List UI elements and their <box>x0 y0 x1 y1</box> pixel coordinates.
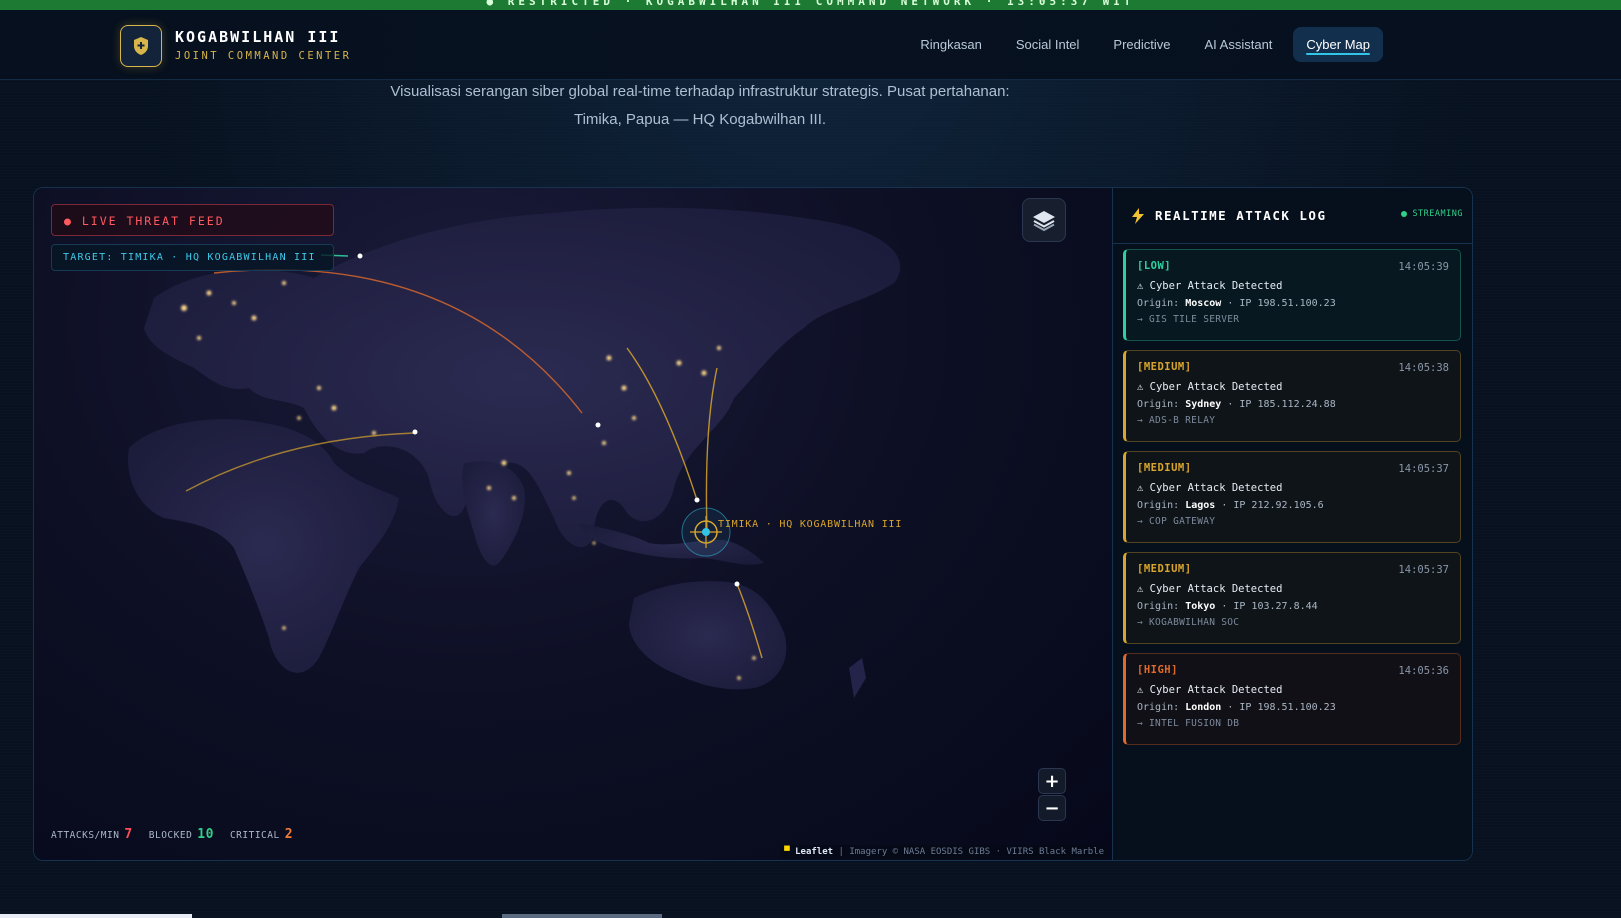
attack-log-entry[interactable]: [MEDIUM] 14:05:37 ⚠ Cyber Attack Detected O… <box>1123 552 1461 644</box>
entry-target: → GIS TILE SERVER <box>1137 314 1240 325</box>
streaming-dot-icon <box>1401 211 1408 217</box>
attack-log-title: REALTIME ATTACK LOG <box>1155 208 1327 223</box>
stat-attacks: ATTACKS/MIN 7 <box>51 827 133 842</box>
zoom-out-button[interactable]: − <box>1038 795 1066 821</box>
attack-log-header: REALTIME ATTACK LOG STREAMING <box>1113 188 1472 244</box>
entry-time: 14:05:37 <box>1398 463 1449 475</box>
attack-log-entry[interactable]: [MEDIUM] 14:05:38 ⚠ Cyber Attack Detected O… <box>1123 350 1461 442</box>
classification-banner: ● RESTRICTED · KOGABWILHAN III COMMAND N… <box>0 0 1621 10</box>
target-label: TARGET: TIMIKA · HQ KOGABWILHAN III <box>51 244 334 271</box>
entry-title: ⚠ Cyber Attack Detected <box>1137 583 1283 595</box>
cyber-map-panel: TIMIKA · HQ KOGABWILHAN III ● LIVE THREA… <box>33 187 1473 861</box>
warning-icon: ⚠ <box>1137 381 1144 393</box>
entry-title: ⚠ Cyber Attack Detected <box>1137 381 1283 393</box>
entry-origin: Origin: London · IP 198.51.100.23 <box>1137 702 1336 713</box>
entry-time: 14:05:39 <box>1398 261 1449 273</box>
entry-target: → COP GATEWAY <box>1137 516 1216 527</box>
streaming-badge: STREAMING <box>1401 209 1463 219</box>
entry-title: ⚠ Cyber Attack Detected <box>1137 280 1283 292</box>
origin-marker <box>734 581 740 587</box>
warning-icon: ⚠ <box>1137 583 1144 595</box>
main-nav: Ringkasan Social Intel Predictive AI Ass… <box>907 27 1383 62</box>
attack-log-entry[interactable]: [HIGH] 14:05:36 ⚠ Cyber Attack Detected Ori… <box>1123 653 1461 745</box>
target-marker-label: TIMIKA · HQ KOGABWILHAN III <box>718 519 902 530</box>
warning-icon: ⚠ <box>1137 684 1144 696</box>
attack-stats: ATTACKS/MIN 7 BLOCKED 10 CRITICAL 2 <box>51 827 293 842</box>
page-description: Visualisasi serangan siber global real-t… <box>390 83 1010 128</box>
brand-title: KOGABWILHAN III <box>175 28 341 46</box>
landmass-australia <box>629 581 787 690</box>
attack-log-panel: REALTIME ATTACK LOG STREAMING [LOW] 14:05… <box>1112 188 1472 860</box>
entry-target: → KOGABWILHAN SOC <box>1137 617 1240 628</box>
origin-marker <box>412 429 418 435</box>
nav-social-intel[interactable]: Social Intel <box>1003 27 1093 62</box>
layers-icon <box>1033 211 1055 232</box>
entry-title: ⚠ Cyber Attack Detected <box>1137 482 1283 494</box>
layers-button[interactable] <box>1022 198 1066 242</box>
origin-marker <box>595 422 601 428</box>
classification-text: ● RESTRICTED · KOGABWILHAN III COMMAND N… <box>486 0 1135 8</box>
map-attribution: ▀ Leaflet | Imagery © NASA EOSDIS GIBS ·… <box>780 845 1108 859</box>
zoom-in-button[interactable]: + <box>1038 768 1066 794</box>
entry-target: → INTEL FUSION DB <box>1137 718 1240 729</box>
attack-log-entry[interactable]: [MEDIUM] 14:05:37 ⚠ Cyber Attack Detected O… <box>1123 451 1461 543</box>
warning-icon: ⚠ <box>1137 280 1144 292</box>
nav-predictive[interactable]: Predictive <box>1100 27 1183 62</box>
target-marker <box>681 507 731 557</box>
entry-time: 14:05:38 <box>1398 362 1449 374</box>
shield-plus-icon <box>134 37 148 55</box>
origin-marker <box>357 253 363 259</box>
nav-cyber-map[interactable]: Cyber Map <box>1293 27 1383 62</box>
landmass-india <box>462 461 525 566</box>
entry-origin: Origin: Lagos · IP 212.92.105.6 <box>1137 500 1324 511</box>
attack-log-list[interactable]: [LOW] 14:05:39 ⚠ Cyber Attack Detected Orig… <box>1123 249 1465 747</box>
scrollbar-thumb[interactable] <box>0 914 192 918</box>
app-header: KOGABWILHAN III JOINT COMMAND CENTER Rin… <box>0 10 1621 80</box>
origin-marker <box>694 497 700 503</box>
stat-critical: CRITICAL 2 <box>229 827 294 842</box>
entry-target: → ADS-B RELAY <box>1137 415 1216 426</box>
stat-blocked: BLOCKED 10 <box>148 827 214 842</box>
lightning-icon <box>1132 207 1144 224</box>
landmass-africa <box>128 419 399 673</box>
world-map-layer: TIMIKA · HQ KOGABWILHAN III <box>128 207 902 698</box>
landmass-new-zealand <box>849 658 866 698</box>
horizontal-scrollbar[interactable] <box>0 914 1621 918</box>
scrollbar-thumb-secondary[interactable] <box>502 914 662 918</box>
live-threat-feed-label: ● LIVE THREAT FEED <box>51 204 334 236</box>
attack-log-entry[interactable]: [LOW] 14:05:39 ⚠ Cyber Attack Detected Orig… <box>1123 249 1461 341</box>
entry-origin: Origin: Tokyo · IP 103.27.8.44 <box>1137 601 1318 612</box>
brand-subtitle: JOINT COMMAND CENTER <box>175 50 352 62</box>
nav-ringkasan[interactable]: Ringkasan <box>907 27 994 62</box>
entry-title: ⚠ Cyber Attack Detected <box>1137 684 1283 696</box>
entry-time: 14:05:37 <box>1398 564 1449 576</box>
entry-origin: Origin: Moscow · IP 198.51.100.23 <box>1137 298 1336 309</box>
entry-time: 14:05:36 <box>1398 665 1449 677</box>
nav-ai-assistant[interactable]: AI Assistant <box>1192 27 1286 62</box>
warning-icon: ⚠ <box>1137 482 1144 494</box>
threat-map[interactable]: TIMIKA · HQ KOGABWILHAN III ● LIVE THREA… <box>34 188 1112 860</box>
entry-origin: Origin: Sydney · IP 185.112.24.88 <box>1137 399 1336 410</box>
logo[interactable] <box>120 25 162 67</box>
leaflet-link[interactable]: ▀ Leaflet <box>784 847 833 857</box>
